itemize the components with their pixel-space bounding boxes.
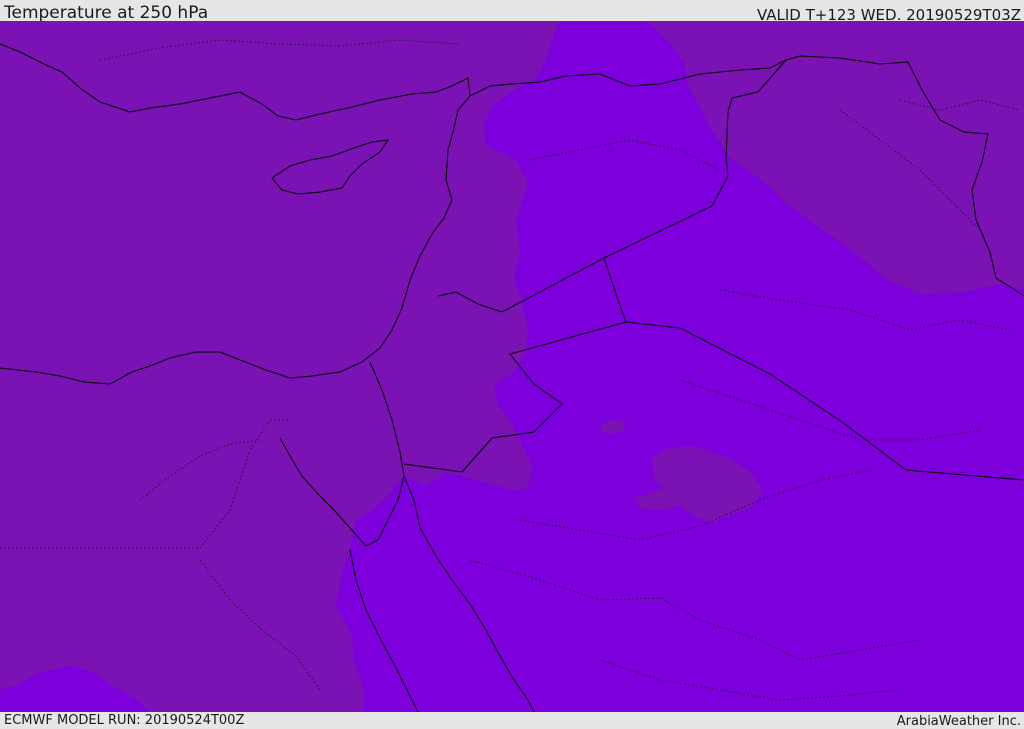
map-header: Temperature at 250 hPa VALID T+123 WED. … bbox=[0, 0, 1024, 24]
forecast-map-page: Temperature at 250 hPa VALID T+123 WED. … bbox=[0, 0, 1024, 729]
model-run-label: ECMWF MODEL RUN: 20190524T00Z bbox=[4, 713, 245, 728]
map-footer: ECMWF MODEL RUN: 20190524T00Z ArabiaWeat… bbox=[0, 712, 1024, 729]
temperature-map bbox=[0, 21, 1024, 712]
credit-label: ArabiaWeather Inc. bbox=[896, 714, 1021, 729]
map-panel bbox=[0, 21, 1024, 712]
